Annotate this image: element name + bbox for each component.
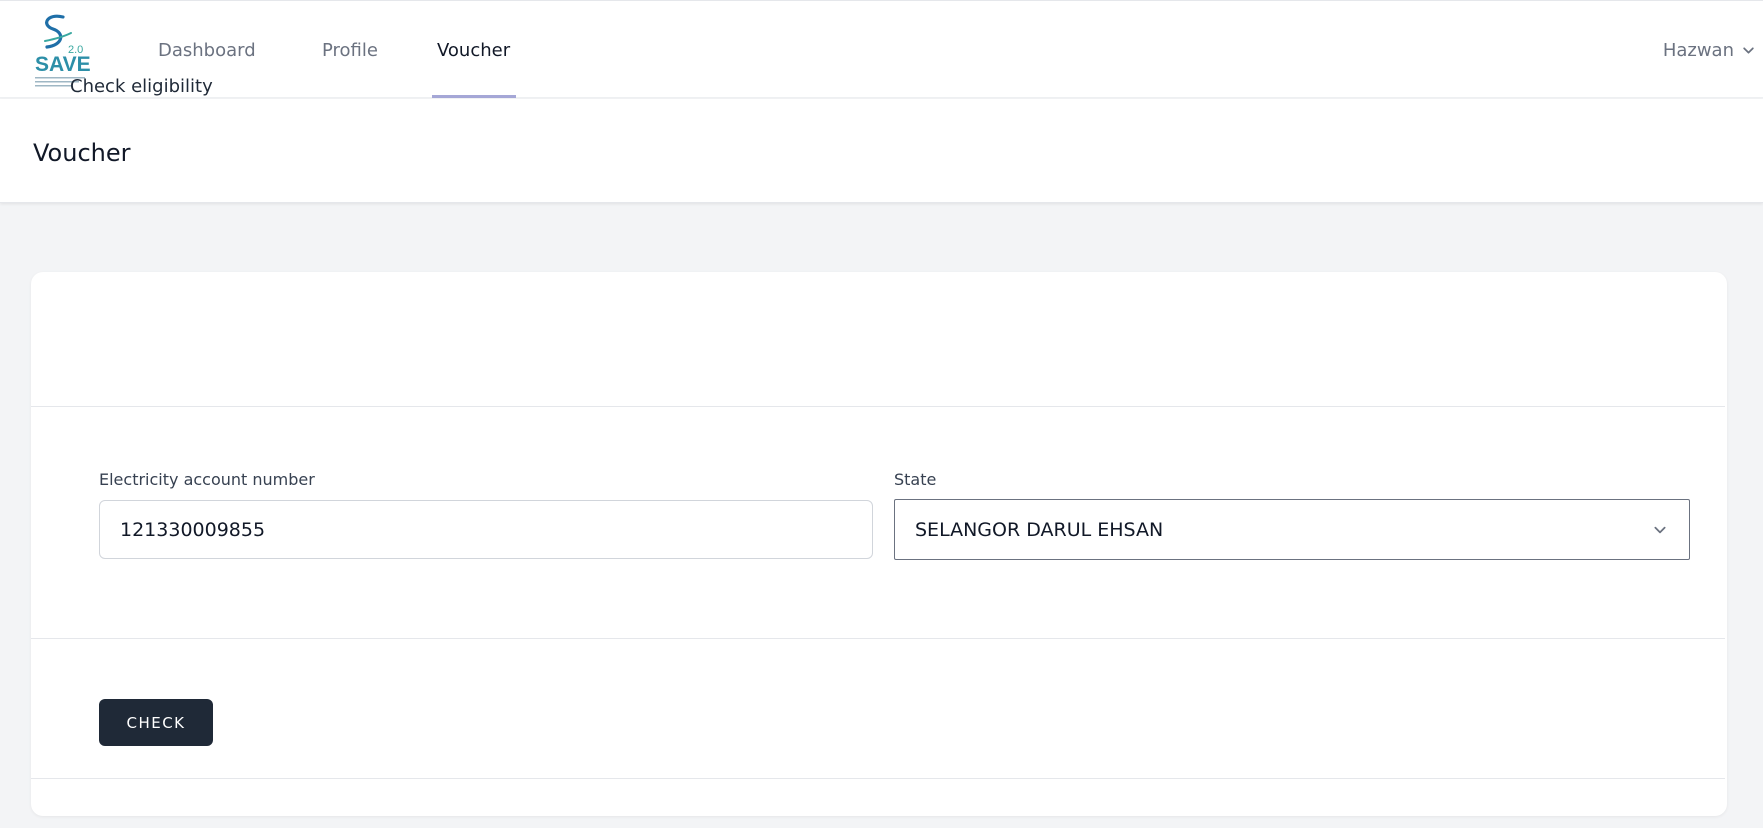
chevron-down-icon	[1743, 46, 1754, 54]
card-title: Check eligibility	[70, 76, 213, 97]
state-label: State	[894, 470, 937, 489]
account-number-label: Electricity account number	[99, 470, 315, 489]
logo-text: SAVE	[35, 53, 91, 76]
active-tab-indicator	[432, 95, 516, 98]
divider	[31, 638, 1725, 639]
divider	[31, 406, 1725, 407]
nav-voucher[interactable]: Voucher	[437, 1, 510, 99]
user-menu[interactable]: Hazwan	[1663, 1, 1755, 99]
user-name: Hazwan	[1662, 39, 1734, 61]
page-title: Voucher	[33, 139, 131, 167]
state-selected-value: SELANGOR DARUL EHSAN	[915, 518, 1164, 541]
nav-profile[interactable]: Profile	[322, 1, 378, 99]
account-number-input[interactable]	[99, 500, 873, 559]
top-navbar: 2.0 SAVE Dashboard Profile Voucher Hazwa…	[0, 0, 1763, 98]
check-button[interactable]: CHECK	[99, 699, 213, 746]
page-header: Voucher	[0, 99, 1763, 203]
divider	[31, 778, 1725, 779]
chevron-down-icon	[1654, 526, 1666, 534]
state-select[interactable]: SELANGOR DARUL EHSAN	[894, 499, 1690, 560]
